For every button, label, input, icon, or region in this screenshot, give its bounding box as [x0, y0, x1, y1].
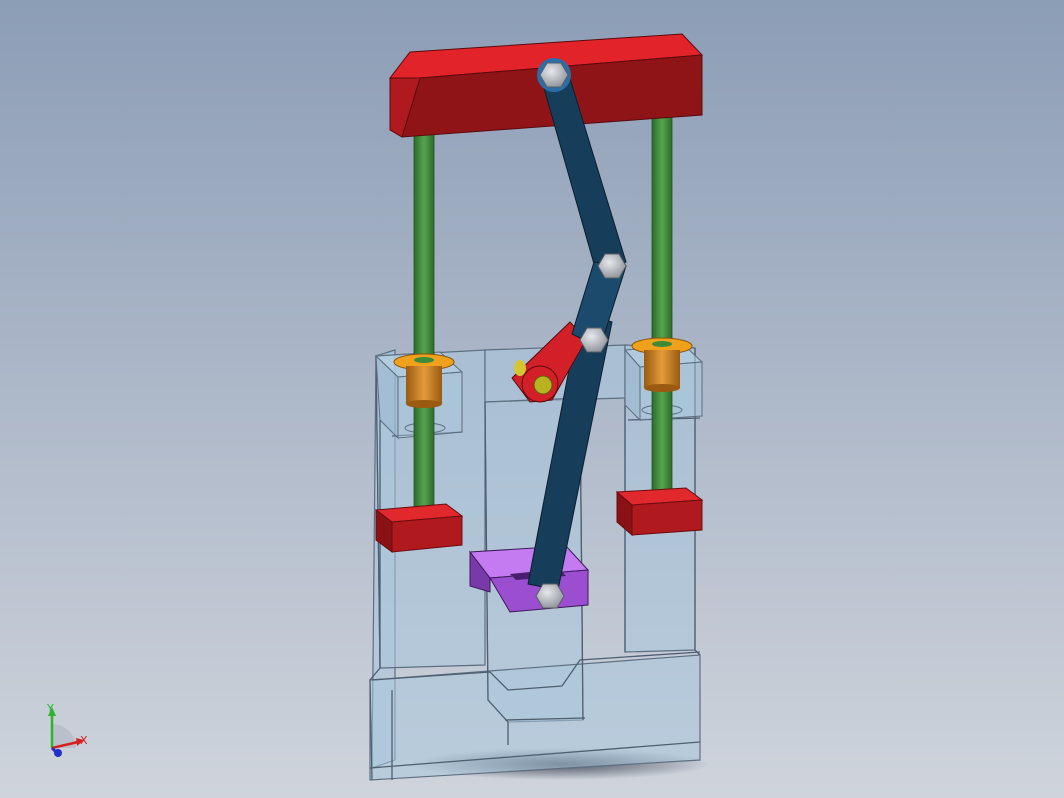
triad-y-label: Y	[46, 702, 54, 715]
triad-z-marker	[54, 749, 62, 757]
bolt-top[interactable]	[537, 58, 571, 92]
left-stop-block[interactable]	[374, 503, 464, 553]
right-stop-block[interactable]	[615, 487, 704, 537]
graphics-viewport[interactable]: Y X	[0, 0, 1064, 798]
left-guide-rod[interactable]	[413, 131, 435, 518]
triad-x-label: X	[80, 734, 88, 747]
crank-pin	[533, 375, 553, 395]
right-guide-rod[interactable]	[651, 114, 673, 501]
